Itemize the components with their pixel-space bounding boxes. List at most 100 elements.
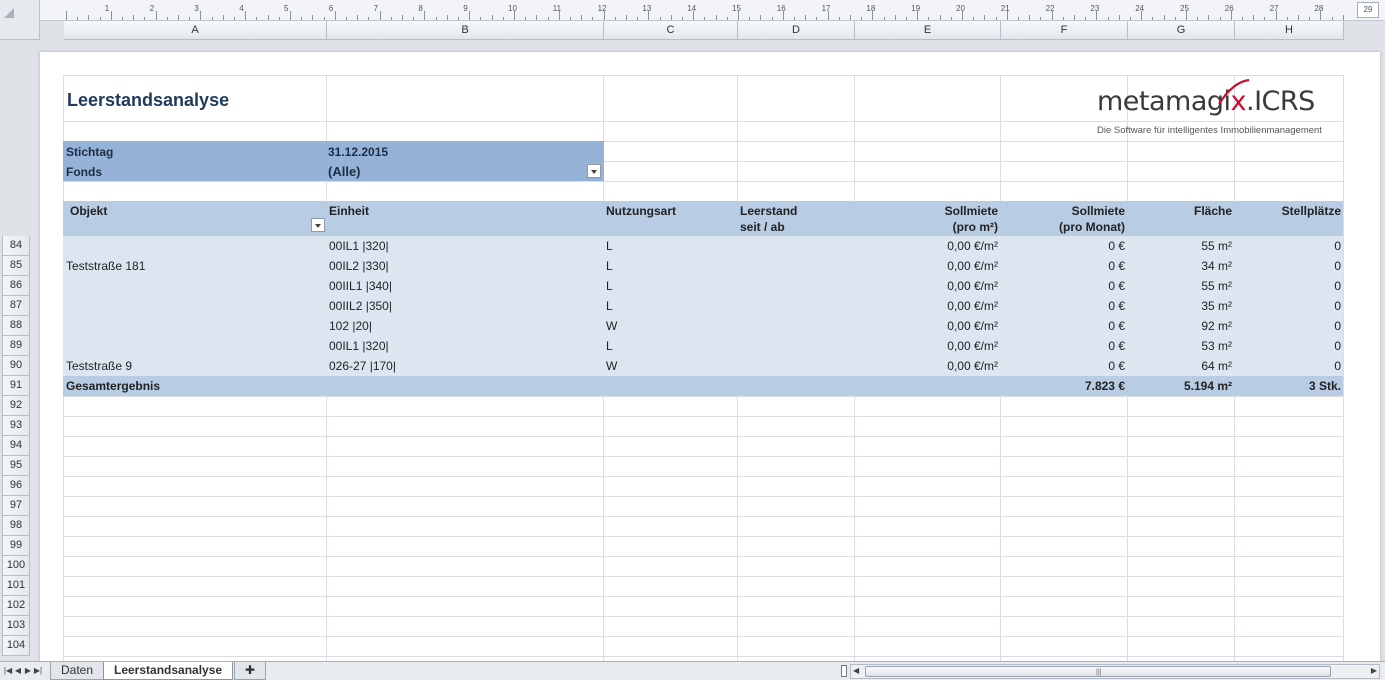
cell-nutzungsart: L — [606, 299, 613, 313]
ruler-tick — [278, 17, 280, 20]
report-title: Leerstandsanalyse — [67, 90, 230, 110]
column-header-f[interactable]: F — [1001, 21, 1128, 40]
column-header-h[interactable]: H — [1235, 21, 1344, 40]
logo-wordmark: metamagix.ICRS — [1097, 86, 1315, 117]
column-header-e[interactable]: E — [855, 21, 1001, 40]
row-header[interactable]: 94 — [2, 436, 30, 456]
ruler-tick — [1040, 17, 1042, 20]
prev-sheet-icon[interactable]: ◀ — [13, 665, 23, 677]
ruler-tick — [334, 11, 336, 20]
row-header[interactable]: 92 — [2, 396, 30, 416]
objekt-filter-dropdown[interactable] — [311, 218, 325, 232]
cell-stellplaetze: 0 — [1334, 339, 1341, 353]
ruler-tick — [1085, 17, 1087, 20]
logo-swoosh-icon — [1218, 78, 1250, 105]
ruler-tick — [435, 17, 437, 20]
ruler-tick — [1174, 17, 1176, 20]
row-header[interactable]: 104 — [2, 636, 30, 656]
cell-einheit: 026-27 |170| — [329, 359, 396, 373]
ruler-tick — [614, 17, 616, 20]
column-header-a[interactable]: A — [64, 21, 327, 40]
grid-hline — [64, 536, 1344, 537]
ruler-tick — [984, 15, 986, 20]
ruler-tick — [682, 17, 683, 20]
header-leerstand-sub: seit / ab — [740, 220, 785, 234]
first-sheet-icon[interactable]: |◀ — [3, 665, 13, 677]
next-sheet-icon[interactable]: ▶ — [23, 665, 33, 677]
cell-einheit: 00IIL1 |340| — [329, 279, 392, 293]
row-header[interactable]: 87 — [2, 296, 30, 316]
ruler-tick — [88, 15, 90, 20]
row-header[interactable]: 86 — [2, 276, 30, 296]
grid-hline — [64, 436, 1344, 437]
row-header[interactable]: 103 — [2, 616, 30, 636]
column-header-d[interactable]: D — [738, 21, 855, 40]
ruler-tick — [570, 17, 571, 20]
row-header[interactable]: 89 — [2, 336, 30, 356]
ruler-tick — [222, 15, 224, 20]
row-header[interactable]: 97 — [2, 496, 30, 516]
cell-stellplaetze: 0 — [1334, 359, 1341, 373]
grid-hline — [64, 636, 1344, 637]
scrollbar-thumb[interactable]: ||| — [865, 666, 1331, 677]
cell-flaeche: 34 m² — [1201, 259, 1232, 273]
ruler-tick — [670, 15, 672, 20]
ruler-tick — [973, 17, 975, 20]
row-header[interactable]: 84 — [2, 236, 30, 256]
row-header[interactable]: 101 — [2, 576, 30, 596]
ruler-tick — [189, 17, 191, 20]
insert-sheet-button[interactable]: ✚ — [234, 662, 266, 680]
ruler-tick — [850, 15, 851, 20]
fonds-filter-dropdown[interactable] — [587, 164, 601, 178]
cell-stellplaetze: 0 — [1334, 259, 1341, 273]
row-header[interactable]: 91 — [2, 376, 30, 396]
ruler-tick — [245, 11, 247, 20]
tab-split-handle[interactable] — [841, 665, 847, 677]
scroll-right-icon[interactable]: ▶ — [1371, 666, 1377, 675]
column-header-b[interactable]: B — [327, 21, 604, 40]
ruler-number: 24 — [1135, 4, 1145, 13]
cell-flaeche: 64 m² — [1201, 359, 1232, 373]
grid-hline — [64, 456, 1344, 457]
ruler-tick — [1152, 17, 1154, 20]
logo-suffix: .ICRS — [1246, 86, 1315, 117]
row-header[interactable]: 96 — [2, 476, 30, 496]
cell-objekt: Teststraße 181 — [66, 259, 146, 273]
cell-miete-m2: 0,00 €/m² — [947, 339, 998, 353]
cell-flaeche: 92 m² — [1201, 319, 1232, 333]
ruler-number: 3 — [194, 4, 199, 13]
cell-miete-monat: 0 € — [1108, 279, 1125, 293]
row-header[interactable]: 88 — [2, 316, 30, 336]
ruler-number: 7 — [373, 4, 379, 13]
ruler-number: 23 — [1090, 4, 1100, 13]
cell-objekt: Teststraße 9 — [66, 359, 133, 373]
ruler-tick — [357, 15, 359, 20]
row-header[interactable]: 102 — [2, 596, 30, 616]
row-header[interactable]: 95 — [2, 456, 30, 476]
ruler-tick — [469, 11, 471, 20]
row-header[interactable]: 85 — [2, 256, 30, 276]
ruler-tick — [301, 17, 303, 20]
tab-leerstandsanalyse[interactable]: Leerstandsanalyse — [103, 662, 234, 680]
row-header[interactable]: 93 — [2, 416, 30, 436]
tab-daten[interactable]: Daten — [50, 662, 105, 680]
ruler-tick — [99, 17, 101, 20]
ruler-tick — [1242, 17, 1243, 20]
horizontal-scrollbar[interactable]: ◀ ||| ▶ — [850, 664, 1380, 679]
row-header[interactable]: 100 — [2, 556, 30, 576]
row-header[interactable]: 99 — [2, 536, 30, 556]
header-sollmiete-monat-sub: (pro Monat) — [1059, 220, 1125, 234]
column-header-c[interactable]: C — [604, 21, 738, 40]
company-logo: metamagix.ICRS Die Software für intellig… — [1095, 78, 1335, 144]
header-flaeche: Fläche — [1193, 204, 1232, 218]
row-header[interactable]: 98 — [2, 516, 30, 536]
column-header-g[interactable]: G — [1128, 21, 1235, 40]
grid-hline — [64, 476, 1344, 477]
ruler-tick — [525, 17, 527, 20]
last-sheet-icon[interactable]: ▶| — [33, 665, 43, 677]
total-label: Gesamtergebnis — [66, 379, 161, 393]
ruler-tick — [491, 15, 493, 20]
row-header[interactable]: 90 — [2, 356, 30, 376]
scroll-left-icon[interactable]: ◀ — [853, 666, 859, 675]
ruler-tick — [77, 17, 79, 20]
